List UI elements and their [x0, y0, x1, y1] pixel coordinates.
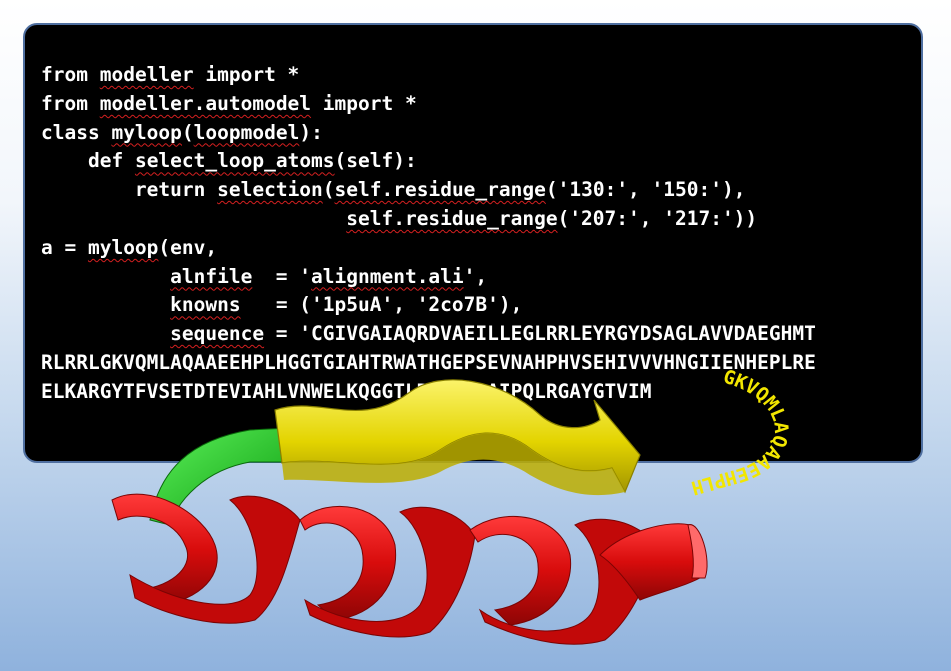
curved-sequence-text: GKVQMLAQAAEEHPLH — [689, 366, 792, 499]
curved-sequence-label: GKVQMLAQAAEEHPLH — [689, 366, 792, 499]
helix-ribbon-icon — [111, 493, 708, 645]
strand-arrow-icon — [274, 379, 641, 496]
protein-structure-illustration: GKVQMLAQAAEEHPLH — [111, 366, 792, 645]
